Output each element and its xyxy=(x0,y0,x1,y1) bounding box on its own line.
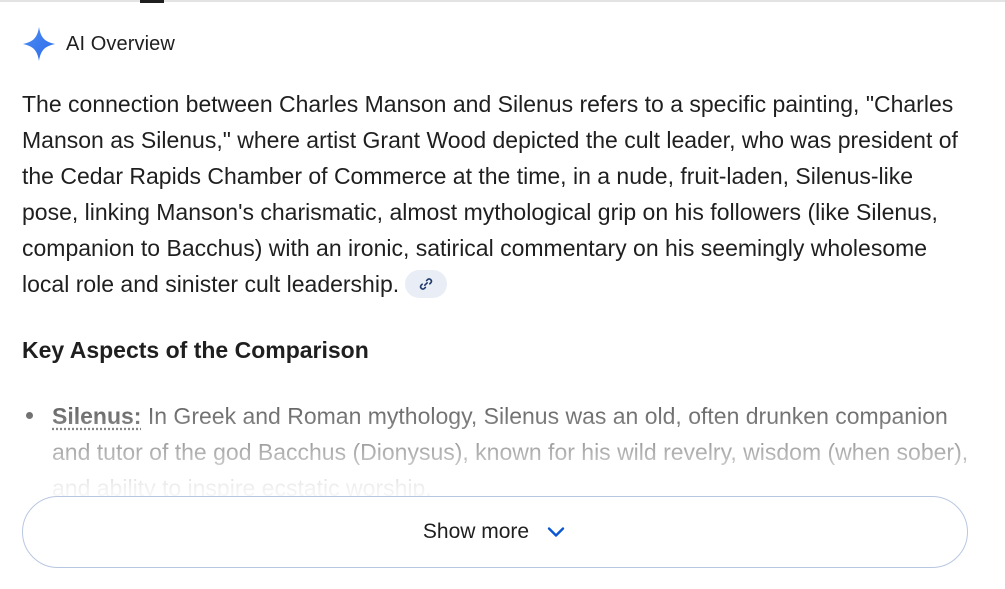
ai-overview-header: AI Overview xyxy=(22,26,175,62)
bullet-text: In Greek and Roman mythology, Silenus wa… xyxy=(52,403,969,498)
show-more-button[interactable]: Show more xyxy=(22,496,968,568)
term-silenus[interactable]: Silenus: xyxy=(52,403,141,429)
key-aspects-list: Silenus: In Greek and Roman mythology, S… xyxy=(22,398,982,498)
overview-paragraph: The connection between Charles Manson an… xyxy=(22,86,972,302)
chevron-down-icon xyxy=(547,527,565,537)
show-more-label: Show more xyxy=(422,520,530,543)
bullet-dot xyxy=(26,412,33,419)
link-icon xyxy=(419,278,433,290)
ai-sparkle-icon xyxy=(23,27,55,61)
active-tab-indicator xyxy=(140,0,164,3)
overview-paragraph-text: The connection between Charles Manson an… xyxy=(22,91,958,297)
section-heading: Key Aspects of the Comparison xyxy=(22,337,369,363)
citation-link-button[interactable] xyxy=(405,269,448,298)
list-item: Silenus: In Greek and Roman mythology, S… xyxy=(22,398,982,498)
ai-overview-title: AI Overview xyxy=(66,32,175,55)
key-aspects-list-container: Silenus: In Greek and Roman mythology, S… xyxy=(22,398,982,498)
